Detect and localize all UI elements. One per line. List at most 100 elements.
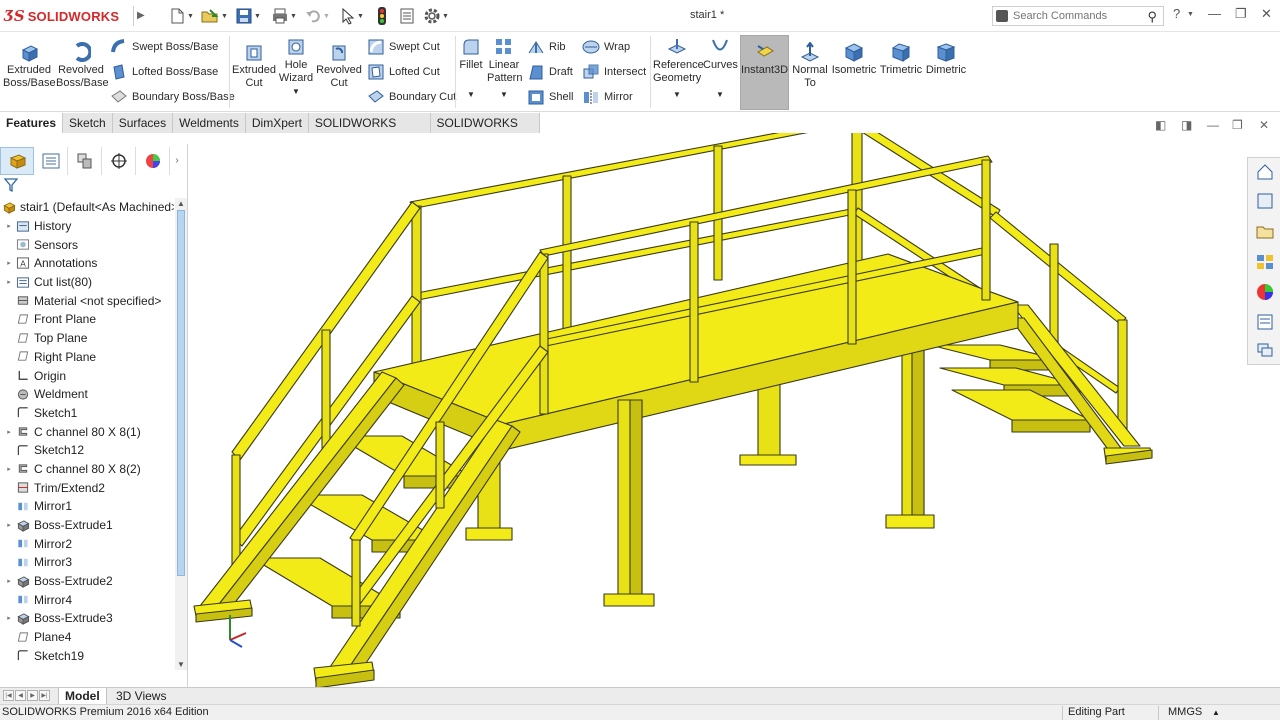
solidworks-logo[interactable]: ƷS SOLIDWORKS bbox=[4, 4, 119, 28]
tree-item[interactable]: Right Plane bbox=[0, 348, 174, 367]
tree-item[interactable]: ▸ C channel 80 X 8(2) bbox=[0, 460, 174, 479]
tree-item[interactable]: Material <not specified> bbox=[0, 291, 174, 310]
options-gear-icon[interactable]: ▼ bbox=[423, 6, 449, 26]
scroll-up-arrow-icon[interactable]: ▲ bbox=[177, 199, 185, 208]
tree-item[interactable]: Plane4 bbox=[0, 628, 174, 647]
expand-arrow-icon[interactable]: ▸ bbox=[5, 465, 13, 473]
revolved-cut-button[interactable]: Revolved Cut bbox=[316, 42, 362, 90]
filter-icon[interactable] bbox=[4, 178, 18, 192]
shell-button[interactable]: Shell bbox=[527, 87, 573, 107]
viewport-tile-icon[interactable]: ◧ bbox=[1155, 118, 1166, 132]
viewport-restore-icon[interactable]: ❐ bbox=[1232, 118, 1243, 132]
curves-button[interactable]: Curves ▼ bbox=[703, 37, 738, 101]
isometric-button[interactable]: Isometric bbox=[831, 42, 877, 77]
intersect-button[interactable]: Intersect bbox=[582, 62, 646, 82]
forum-icon[interactable] bbox=[1255, 340, 1275, 360]
tree-item[interactable]: Front Plane bbox=[0, 310, 174, 329]
tree-item[interactable]: Trim/Extend2 bbox=[0, 478, 174, 497]
tree-item[interactable]: Sketch12 bbox=[0, 441, 174, 460]
next-tab-icon[interactable]: ▶ bbox=[27, 690, 38, 701]
expand-arrow-icon[interactable]: ▸ bbox=[5, 222, 13, 230]
home-icon[interactable] bbox=[1255, 162, 1275, 182]
tree-item[interactable]: Sketch19 bbox=[0, 647, 174, 666]
property-manager-tab[interactable] bbox=[34, 147, 68, 175]
rib-button[interactable]: Rib bbox=[527, 37, 566, 57]
expand-arrow-icon[interactable]: ▸ bbox=[5, 614, 13, 622]
extruded-boss-button[interactable]: Extruded Boss/Base bbox=[3, 42, 56, 90]
print-icon[interactable]: ▼ bbox=[271, 6, 297, 26]
minimize-icon[interactable]: — bbox=[1208, 6, 1221, 21]
file-properties-icon[interactable] bbox=[398, 6, 416, 26]
search-mode-icon[interactable] bbox=[996, 10, 1008, 22]
search-icon[interactable]: ⚲ bbox=[1147, 9, 1157, 25]
resources-icon[interactable] bbox=[1255, 191, 1275, 211]
custom-properties-icon[interactable] bbox=[1255, 312, 1275, 332]
rebuild-icon[interactable] bbox=[375, 6, 389, 26]
reference-geometry-button[interactable]: Reference Geometry ▼ bbox=[653, 37, 704, 101]
expand-arrow-icon[interactable]: ▸ bbox=[5, 577, 13, 585]
tab-solidworks-add-ins[interactable]: SOLIDWORKS Add-Ins bbox=[308, 113, 431, 150]
swept-cut-button[interactable]: Swept Cut bbox=[367, 37, 440, 57]
lofted-cut-button[interactable]: Lofted Cut bbox=[367, 62, 440, 82]
extruded-cut-button[interactable]: Extruded Cut bbox=[231, 42, 277, 90]
tab-solidworks-mbd[interactable]: SOLIDWORKS MBD bbox=[430, 113, 540, 150]
normal-to-button[interactable]: Normal To bbox=[791, 42, 829, 90]
unit-system-dropdown-icon[interactable]: ▲ bbox=[1212, 705, 1220, 720]
tree-item[interactable]: Sketch1 bbox=[0, 404, 174, 423]
tree-item[interactable]: Mirror3 bbox=[0, 553, 174, 572]
search-commands-box[interactable]: ⚲ bbox=[992, 6, 1164, 26]
open-document-icon[interactable]: ▼ bbox=[200, 6, 228, 26]
expand-arrow-icon[interactable]: ▸ bbox=[5, 259, 13, 267]
tree-item[interactable]: ▸ C channel 80 X 8(1) bbox=[0, 422, 174, 441]
undo-icon[interactable]: ▼ bbox=[304, 6, 330, 26]
boundary-boss-button[interactable]: Boundary Boss/Base bbox=[110, 87, 235, 107]
tab-surfaces[interactable]: Surfaces bbox=[112, 113, 174, 133]
dimxpert-manager-tab[interactable] bbox=[102, 147, 136, 175]
last-tab-icon[interactable]: ▶| bbox=[39, 690, 50, 701]
tab-features[interactable]: Features bbox=[0, 113, 64, 133]
display-manager-tab[interactable] bbox=[136, 147, 170, 175]
tree-item[interactable]: ▸ Cut list(80) bbox=[0, 273, 174, 292]
help-dropdown-icon[interactable]: ▼ bbox=[1187, 11, 1194, 18]
file-explorer-icon[interactable] bbox=[1255, 222, 1275, 242]
feature-manager-tab[interactable] bbox=[0, 147, 34, 175]
revolved-boss-button[interactable]: Revolved Boss/Base bbox=[56, 42, 109, 90]
hole-wizard-button[interactable]: Hole Wizard ▼ bbox=[277, 37, 315, 98]
tree-item[interactable]: ▸ History bbox=[0, 217, 174, 236]
select-arrow-icon[interactable]: ▼ bbox=[340, 6, 364, 26]
configuration-manager-tab[interactable] bbox=[68, 147, 102, 175]
viewport-close-icon[interactable]: ✕ bbox=[1259, 118, 1269, 132]
expand-arrow-icon[interactable]: ▸ bbox=[5, 428, 13, 436]
trimetric-button[interactable]: Trimetric bbox=[879, 42, 923, 77]
fillet-button[interactable]: Fillet ▼ bbox=[457, 37, 485, 101]
tree-root-item[interactable]: stair1 (Default<As Machined> bbox=[0, 198, 174, 217]
boundary-cut-button[interactable]: Boundary Cut bbox=[367, 87, 456, 107]
stair-platform-model[interactable] bbox=[189, 133, 1246, 687]
tree-item[interactable]: ▸ A Annotations bbox=[0, 254, 174, 273]
close-icon[interactable]: ✕ bbox=[1261, 6, 1272, 22]
restore-icon[interactable]: ❐ bbox=[1235, 6, 1247, 22]
tab-dimxpert[interactable]: DimXpert bbox=[245, 113, 309, 133]
scrollbar-thumb[interactable] bbox=[177, 210, 185, 576]
search-input[interactable] bbox=[1013, 8, 1133, 24]
linear-pattern-button[interactable]: Linear Pattern ▼ bbox=[487, 37, 522, 101]
mirror-button[interactable]: Mirror bbox=[582, 87, 633, 107]
instant3d-button[interactable]: Instant3D bbox=[740, 35, 789, 110]
unit-system-text[interactable]: MMGS bbox=[1168, 705, 1202, 720]
expand-arrow-icon[interactable]: ▸ bbox=[5, 278, 13, 286]
draft-button[interactable]: Draft bbox=[527, 62, 573, 82]
tab-sketch[interactable]: Sketch bbox=[63, 113, 113, 133]
tab-weldments[interactable]: Weldments bbox=[173, 113, 246, 133]
view-palette-icon[interactable] bbox=[1255, 252, 1275, 272]
help-icon[interactable]: ? bbox=[1173, 6, 1180, 21]
wrap-button[interactable]: Wrap bbox=[582, 37, 630, 57]
save-icon[interactable]: ▼ bbox=[235, 6, 261, 26]
viewport-minimize-icon[interactable]: — bbox=[1207, 118, 1219, 132]
scroll-down-arrow-icon[interactable]: ▼ bbox=[177, 660, 185, 669]
viewport-expand-icon[interactable]: ◨ bbox=[1181, 118, 1192, 132]
expand-arrow-icon[interactable]: ▸ bbox=[5, 521, 13, 529]
tree-item[interactable]: ▸ Boss-Extrude1 bbox=[0, 516, 174, 535]
tree-item[interactable]: Mirror4 bbox=[0, 590, 174, 609]
prev-tab-icon[interactable]: ◀ bbox=[15, 690, 26, 701]
menu-expand-arrow-icon[interactable]: ▶ bbox=[133, 6, 145, 26]
